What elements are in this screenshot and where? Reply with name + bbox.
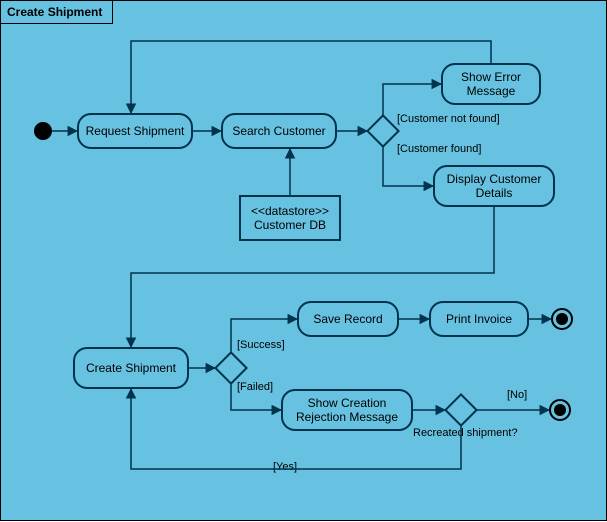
decision-success [214,351,248,385]
guard-no: [No] [507,389,527,401]
activity-save-record: Save Record [297,301,399,337]
activity-frame: Create Shipment Request Shipment Search … [0,0,607,521]
guard-not-found: [Customer not found] [397,113,500,125]
activity-label: Request Shipment [86,124,185,138]
guard-found: [Customer found] [397,143,481,155]
activity-label: Search Customer [232,124,325,138]
activity-label: Show Creation Rejection Message [289,396,405,424]
activity-label: Print Invoice [446,312,512,326]
activity-show-error: Show Error Message [441,63,541,105]
guard-success: [Success] [237,339,285,351]
activity-label: Display Customer Details [441,172,547,200]
activity-label: Save Record [313,312,382,326]
initial-node [34,122,52,140]
datastore-label: Customer DB [254,218,326,232]
activity-create-shipment: Create Shipment [73,347,189,389]
activity-display-customer: Display Customer Details [433,165,555,207]
guard-failed: [Failed] [237,381,273,393]
frame-title: Create Shipment [1,1,113,24]
datastore-stereotype: <<datastore>> [251,204,329,218]
activity-label: Create Shipment [86,361,176,375]
activity-search-customer: Search Customer [221,113,337,149]
decision-customer-found [366,114,400,148]
activity-request-shipment: Request Shipment [77,113,193,149]
decision-recreate [444,393,478,427]
activity-label: Show Error Message [449,70,533,98]
final-node-2 [549,399,571,421]
activity-show-rejection: Show Creation Rejection Message [281,389,413,431]
final-node-1 [551,308,573,330]
datastore-customer-db: <<datastore>> Customer DB [239,195,341,241]
decision-question: Recreated shipment? [413,427,518,439]
guard-yes: [Yes] [273,461,297,473]
activity-print-invoice: Print Invoice [429,301,529,337]
